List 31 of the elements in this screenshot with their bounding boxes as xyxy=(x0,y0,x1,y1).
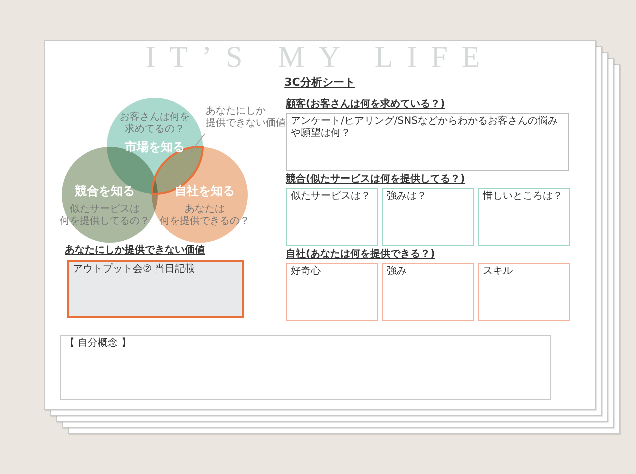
answer-box[interactable]: 【 自分概念 】 xyxy=(60,335,551,400)
answer-box[interactable]: スキル xyxy=(478,263,570,321)
section-heading: 自社(あなたは何を提供できる？) xyxy=(286,248,436,261)
answer-box[interactable]: 強み xyxy=(382,263,474,321)
answer-box[interactable]: 似たサービスは？ xyxy=(286,188,378,246)
box-label: 【 自分概念 】 xyxy=(65,338,132,350)
circle-caption: 似たサービスは 何を提供してるの？ xyxy=(60,204,150,227)
section-heading: 顧客(お客さんは何を求めている？) xyxy=(286,98,446,111)
section-heading: 競合(似たサービスは何を提供してる？) xyxy=(286,173,466,186)
box-label: 好奇心 xyxy=(291,266,321,278)
answer-box[interactable]: 惜しいところは？ xyxy=(478,188,570,246)
circle-caption: お客さんは何を 求めてるの？ xyxy=(120,112,190,135)
box-label: 強み xyxy=(387,266,407,278)
leader-line xyxy=(184,134,206,160)
box-label: アウトプット会② 当日記載 xyxy=(73,264,196,276)
box-label: 強みは？ xyxy=(387,191,427,203)
section-heading: あなたにしか提供できない価値 xyxy=(65,244,205,257)
answer-box[interactable]: 強みは？ xyxy=(382,188,474,246)
answer-box[interactable]: 好奇心 xyxy=(286,263,378,321)
circle-title: 自社を知る xyxy=(175,184,235,198)
answer-box[interactable]: アンケート/ヒアリング/SNSなどからわかるお客さんの悩みや願望は何？ xyxy=(286,113,569,171)
box-label: 惜しいところは？ xyxy=(483,191,563,203)
circle-title: 競合を知る xyxy=(75,184,135,198)
box-label: スキル xyxy=(483,266,513,278)
circle-title: 市場を知る xyxy=(125,140,185,154)
box-label: 似たサービスは？ xyxy=(291,191,371,203)
answer-box[interactable]: アウトプット会② 当日記載 xyxy=(67,260,244,318)
sheet-title: 3C分析シート xyxy=(284,75,356,90)
overlap-label: あなたにしか 提供できない価値 xyxy=(206,106,286,129)
box-label: アンケート/ヒアリング/SNSなどからわかるお客さんの悩みや願望は何？ xyxy=(291,116,559,140)
circle-caption: あなたは 何を提供できるの？ xyxy=(160,204,250,227)
